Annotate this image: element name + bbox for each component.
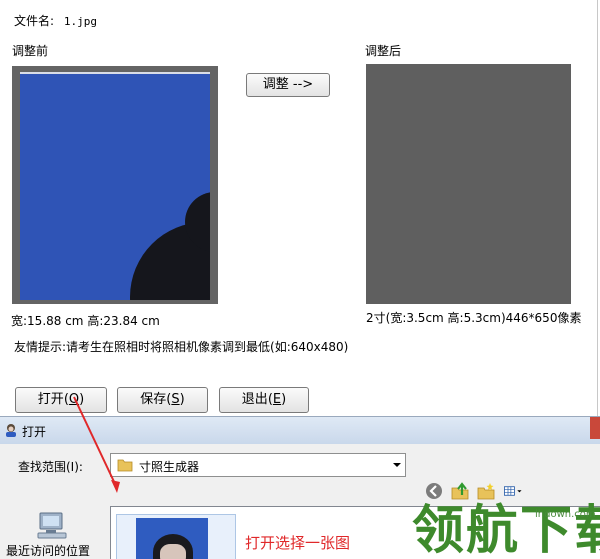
exit-button[interactable]: 退出(E)	[219, 387, 309, 413]
watermark-host: lhdown.com	[535, 509, 596, 520]
before-label: 调整前	[12, 44, 49, 58]
recent-places-icon	[37, 512, 67, 539]
app-icon	[6, 424, 16, 437]
exit-button-key: E	[272, 392, 282, 407]
thumbnail-photo	[136, 518, 208, 559]
before-preview-panel	[12, 66, 218, 304]
original-photo	[20, 72, 210, 300]
dialog-titlebar: 打开	[0, 417, 600, 444]
open-button[interactable]: 打开(O)	[15, 387, 107, 413]
new-folder-icon[interactable]	[476, 481, 496, 501]
file-thumbnail[interactable]	[116, 514, 236, 559]
size-before-text: 宽:15.88 cm 高:23.84 cm	[11, 314, 160, 328]
annotation-text: 打开选择一张图	[245, 534, 351, 552]
window-border	[597, 0, 598, 416]
tip-text: 友情提示:请考生在照相时将照相机像素调到最低(如:640x480)	[14, 340, 349, 354]
photo-adjust-window: 文件名: 1.jpg 调整前 调整后 调整 --> 宽:15.88 cm 高:2…	[0, 0, 600, 416]
photo-edge	[20, 72, 210, 74]
places-bar: 最近访问的位置	[0, 506, 108, 559]
filename-value: 1.jpg	[63, 15, 97, 28]
back-icon[interactable]	[424, 481, 444, 501]
adjust-button[interactable]: 调整 -->	[246, 73, 330, 97]
save-button-key: S	[171, 392, 180, 407]
place-recent-label: 最近访问的位置	[6, 544, 91, 558]
filename-row: 文件名: 1.jpg	[14, 12, 97, 29]
open-button-key: O	[68, 392, 80, 407]
size-after-text: 2寸(宽:3.5cm 高:5.3cm)446*650像素	[366, 311, 582, 325]
lookin-combobox[interactable]: 寸照生成器	[110, 453, 406, 477]
lookin-value: 寸照生成器	[139, 460, 200, 474]
folder-icon	[117, 459, 133, 472]
after-label: 调整后	[365, 44, 402, 58]
close-icon[interactable]	[590, 417, 600, 439]
lookin-label: 查找范围(I):	[18, 460, 83, 474]
up-folder-icon[interactable]	[450, 481, 470, 501]
thumbnail-face	[160, 544, 186, 559]
chevron-down-icon[interactable]	[393, 463, 401, 467]
save-button-label: 保存	[140, 392, 167, 407]
dialog-title: 打开	[22, 425, 47, 439]
save-button[interactable]: 保存(S)	[117, 387, 208, 413]
exit-button-label: 退出	[241, 392, 268, 407]
open-button-label: 打开	[37, 392, 64, 407]
filename-label: 文件名:	[14, 14, 55, 28]
view-menu-icon[interactable]	[503, 481, 523, 501]
after-preview-panel	[366, 64, 571, 304]
